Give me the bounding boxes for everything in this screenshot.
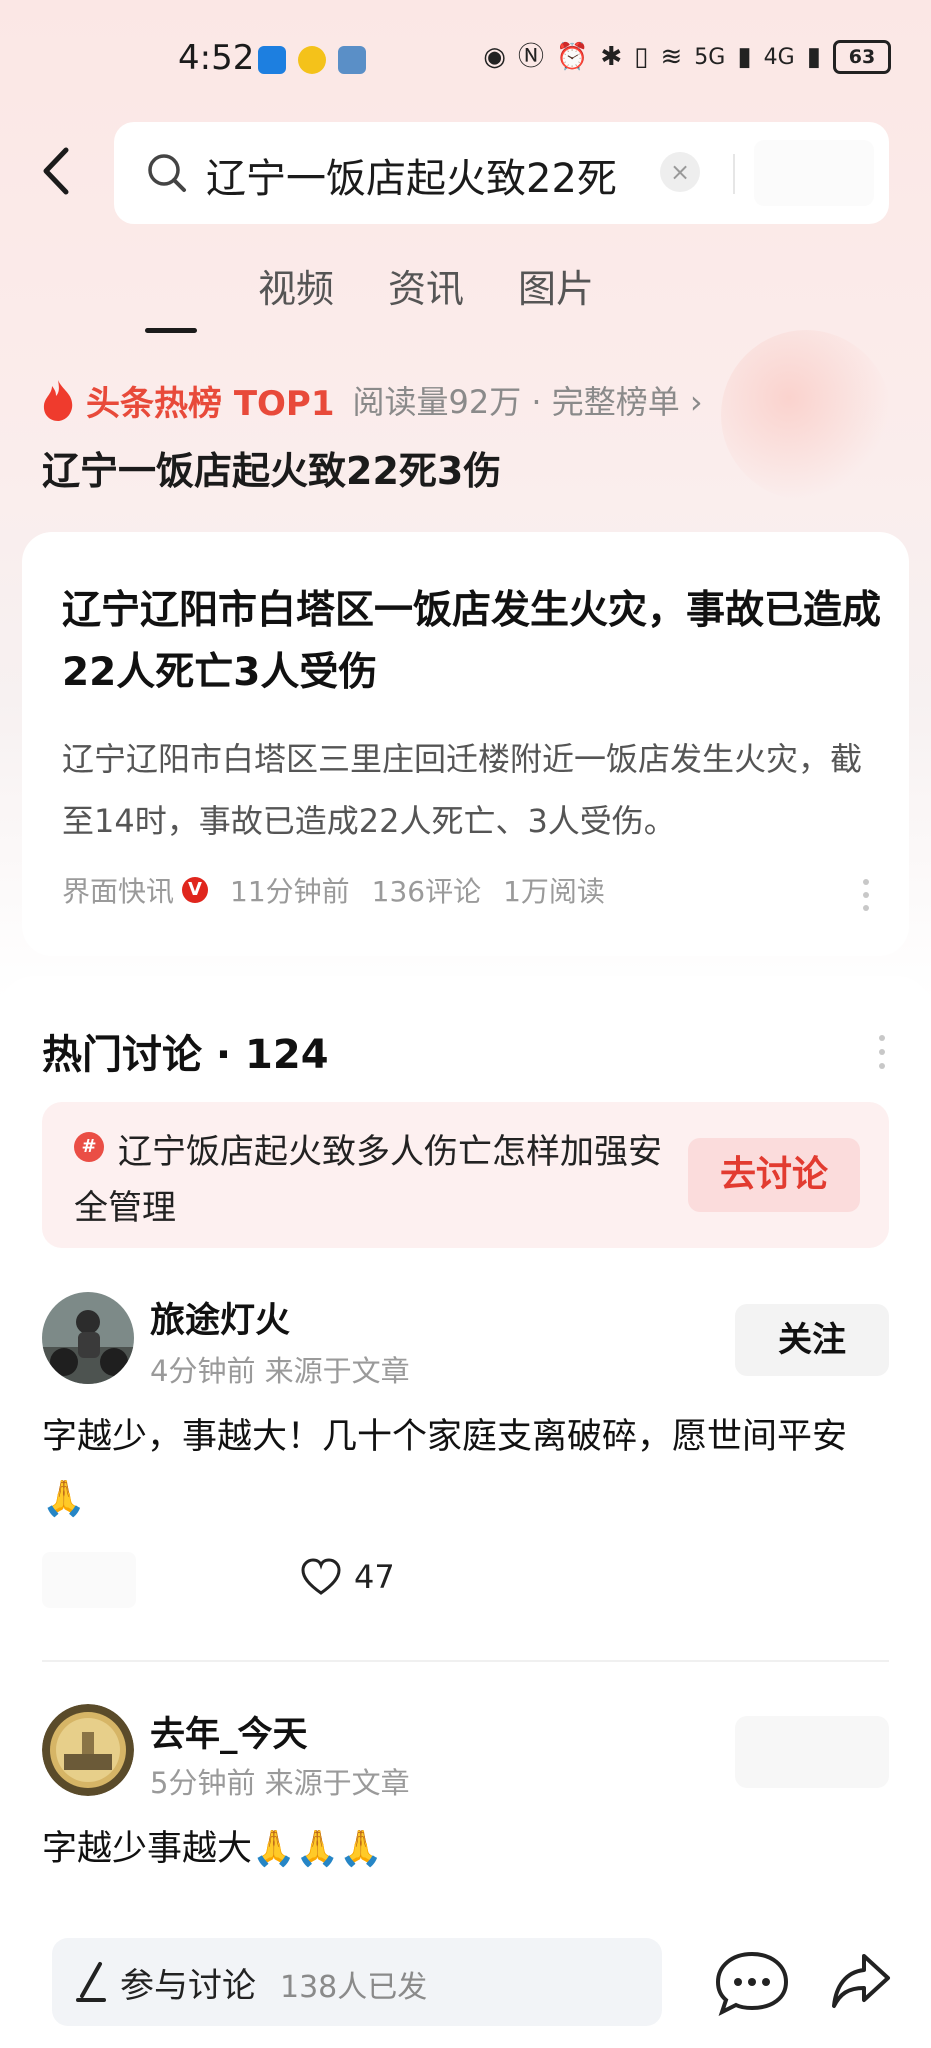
battery-indicator: 63	[833, 40, 891, 74]
wifi-icon: ≋	[660, 42, 683, 72]
search-button[interactable]	[754, 140, 874, 206]
clear-icon[interactable]: ×	[660, 152, 700, 192]
avatar[interactable]	[42, 1292, 134, 1384]
tab-bar: 视频 资讯 图片	[0, 258, 931, 338]
more-icon[interactable]	[863, 878, 869, 912]
app-icon	[338, 46, 366, 74]
article-time: 11分钟前	[230, 875, 350, 908]
article-comments: 136评论	[371, 875, 482, 908]
network-4g-label: 4G	[763, 44, 795, 70]
comment-emoji: 🙏	[42, 1479, 86, 1519]
bluetooth-app-icon	[258, 46, 286, 74]
active-tab-indicator	[145, 328, 197, 333]
avatar-image	[42, 1704, 134, 1796]
search-icon	[148, 154, 186, 192]
bluetooth-icon: ✱	[600, 42, 623, 72]
status-icons: ◉ Ⓝ ⏰ ✱ ▯ ≋ 5G ▮ 4G ▮ 63	[483, 40, 891, 74]
hot-list-label: 头条热榜 TOP1	[86, 383, 335, 424]
reply-area[interactable]	[42, 1552, 136, 1608]
avatar[interactable]	[42, 1704, 134, 1796]
tab-video[interactable]: 视频	[258, 258, 334, 313]
follow-button[interactable]	[735, 1716, 889, 1788]
weibo-icon	[298, 46, 326, 74]
join-discussion-count: 138人已发	[280, 1970, 428, 2005]
nfc-icon: Ⓝ	[517, 42, 544, 72]
join-discussion-label: 参与讨论	[120, 1966, 256, 2006]
hot-topic-title[interactable]: 辽宁一饭店起火致22死3伤	[42, 440, 501, 495]
tab-news[interactable]: 资讯	[388, 258, 464, 313]
topic-text[interactable]: 辽宁饭店起火致多人伤亡怎样加强安全管理	[74, 1124, 674, 1236]
discussion-more-icon[interactable]	[879, 1034, 885, 1070]
comment-username[interactable]: 旅途灯火	[150, 1292, 290, 1343]
vibrate-icon: ▯	[634, 42, 649, 72]
comment-meta: 4分钟前 来源于文章	[150, 1354, 410, 1388]
eye-icon: ◉	[483, 42, 506, 72]
pen-icon	[76, 1962, 106, 2002]
discussion-topic[interactable]: # 辽宁饭店起火致多人伤亡怎样加强安全管理 去讨论	[42, 1102, 889, 1248]
comment-meta: 5分钟前 来源于文章	[150, 1766, 410, 1800]
join-discussion-input[interactable]: 参与讨论 138人已发	[52, 1938, 662, 2026]
comment-text: 字越少，事越大！几十个家庭支离破碎，愿世间平安	[42, 1417, 848, 1457]
article-source[interactable]: 界面快讯	[62, 870, 174, 910]
article-summary: 辽宁辽阳市白塔区三里庄回迁楼附近一饭店发生火灾，截至14时，事故已造成22人死亡…	[62, 740, 863, 840]
like-button[interactable]: 47	[300, 1558, 395, 1596]
verified-icon: V	[182, 877, 209, 903]
share-icon[interactable]	[828, 1946, 894, 2016]
like-count: 47	[354, 1558, 395, 1596]
signal-icon: ▮	[737, 42, 752, 72]
search-divider	[733, 154, 735, 194]
article-card[interactable]: 辽宁辽阳市白塔区一饭店发生火灾，事故已造成22人死亡3人受伤 辽宁辽阳市白塔区三…	[22, 532, 909, 956]
status-time: 4:52	[178, 38, 255, 78]
article-reads: 1万阅读	[503, 875, 605, 908]
hot-list-meta[interactable]: 阅读量92万 · 完整榜单 ›	[353, 377, 703, 423]
comment-icon[interactable]	[712, 1948, 792, 2018]
alarm-icon: ⏰	[556, 42, 589, 72]
follow-button[interactable]: 关注	[735, 1304, 889, 1376]
avatar-image	[42, 1292, 134, 1384]
status-bar: 4:52 ◉ Ⓝ ⏰ ✱ ▯ ≋ 5G ▮ 4G ▮ 63	[0, 0, 931, 120]
back-arrow-icon[interactable]	[38, 146, 78, 196]
search-bar[interactable]: 辽宁一饭店起火致22死 ×	[114, 122, 889, 224]
hot-decoration	[721, 330, 891, 500]
network-5g-label: 5G	[694, 44, 726, 70]
discussion-title: 热门讨论 · 124	[42, 1032, 329, 1078]
comment-username[interactable]: 去年_今天	[150, 1706, 308, 1757]
tab-images[interactable]: 图片	[518, 258, 594, 313]
flame-icon	[43, 380, 73, 421]
comment-divider	[42, 1660, 889, 1662]
signal-icon-2: ▮	[806, 42, 821, 72]
article-title[interactable]: 辽宁辽阳市白塔区一饭店发生火灾，事故已造成22人死亡3人受伤	[62, 580, 882, 704]
go-discuss-button[interactable]: 去讨论	[688, 1138, 860, 1212]
hot-list-row[interactable]: 头条热榜 TOP1 阅读量92万 · 完整榜单 ›	[40, 372, 703, 428]
article-meta: 界面快讯 V 11分钟前 136评论 1万阅读	[62, 870, 605, 910]
heart-icon	[301, 1558, 341, 1595]
comment-text: 字越少事越大🙏🙏🙏	[42, 1829, 383, 1869]
